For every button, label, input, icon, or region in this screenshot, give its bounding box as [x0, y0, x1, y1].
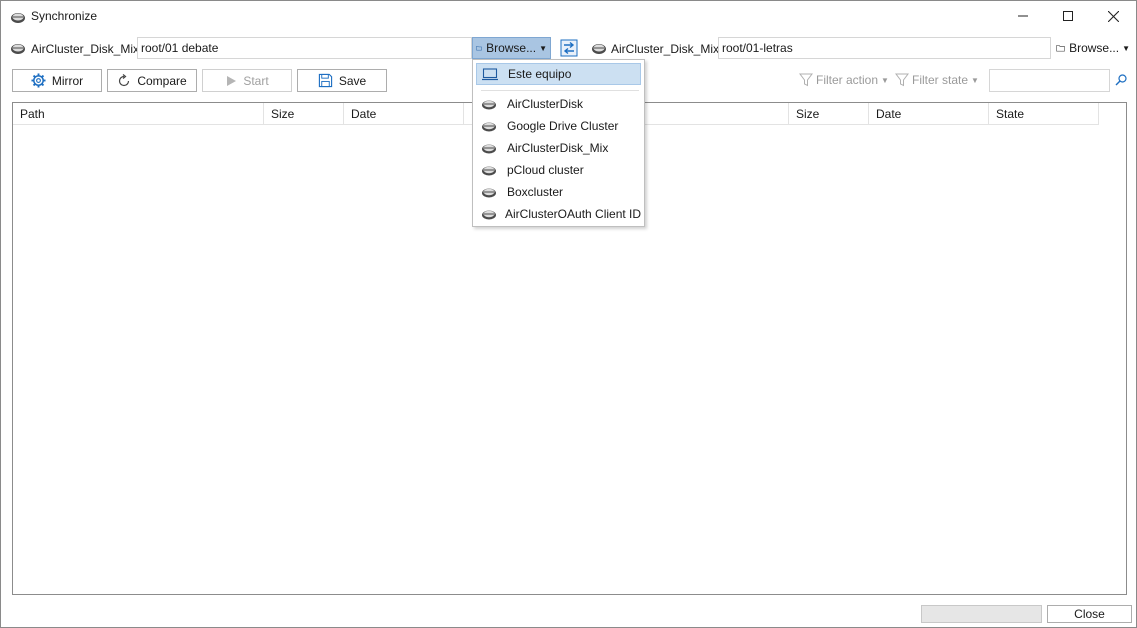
search-icon[interactable] [1114, 73, 1128, 87]
menu-item-label: Boxcluster [507, 185, 564, 199]
menu-item-airclusterdisk-mix[interactable]: AirClusterDisk_Mix [476, 137, 641, 159]
chevron-down-icon: ▼ [971, 75, 979, 85]
maximize-button[interactable] [1045, 1, 1091, 31]
swap-icon[interactable] [560, 39, 578, 57]
computer-icon [482, 67, 500, 81]
menu-item-airclusterdisk[interactable]: AirClusterDisk [476, 93, 641, 115]
column-header-left-date[interactable]: Date [344, 103, 464, 125]
menu-item-boxcluster[interactable]: Boxcluster [476, 181, 641, 203]
close-button[interactable]: Close [1047, 605, 1132, 623]
menu-item-label: pCloud cluster [507, 163, 584, 177]
chevron-down-icon: ▼ [881, 75, 889, 85]
cloud-drive-icon [10, 9, 26, 25]
menu-item-label: Este equipo [508, 67, 572, 81]
filter-state-label: Filter state [912, 73, 969, 87]
save-label: Save [338, 73, 367, 88]
minimize-button[interactable] [1000, 1, 1046, 31]
refresh-icon [119, 73, 130, 86]
compare-label: Compare [137, 73, 187, 88]
menu-item-label: Google Drive Cluster [507, 119, 619, 133]
folder-icon [476, 46, 482, 51]
save-button[interactable]: Save [297, 69, 387, 92]
play-icon [227, 75, 237, 86]
menu-separator [481, 90, 639, 91]
filter-state-dropdown[interactable]: Filter state ▼ [895, 73, 979, 87]
column-header-path[interactable]: Path [13, 103, 264, 125]
column-header-right-date[interactable]: Date [869, 103, 989, 125]
floppy-disk-icon [318, 73, 332, 88]
filter-icon [895, 73, 909, 87]
cloud-drive-icon [481, 163, 499, 177]
chevron-down-icon: ▼ [1122, 43, 1130, 53]
filter-action-dropdown[interactable]: Filter action ▼ [799, 73, 889, 87]
right-browse-label: Browse... [1069, 41, 1120, 55]
menu-item-pcloud-cluster[interactable]: pCloud cluster [476, 159, 641, 181]
menu-item-label: AirClusterDisk [507, 97, 584, 111]
menu-item-label: AirClusterDisk_Mix [507, 141, 609, 155]
left-path-input[interactable]: root/01 debate [137, 37, 472, 59]
cloud-drive-icon [481, 207, 497, 221]
column-header-left-size[interactable]: Size [264, 103, 344, 125]
menu-item-label: AirClusterOAuth Client ID [505, 207, 642, 221]
cloud-drive-icon [481, 141, 499, 155]
compare-button[interactable]: Compare [107, 69, 197, 92]
window-title: Synchronize [31, 9, 98, 23]
mirror-label: Mirror [51, 73, 84, 88]
search-input[interactable] [989, 69, 1110, 92]
filter-action-label: Filter action [816, 73, 879, 87]
folder-icon [1056, 45, 1065, 52]
start-label: Start [243, 73, 269, 88]
title-bar: Synchronize [1, 1, 1136, 32]
column-header-right-size[interactable]: Size [789, 103, 869, 125]
start-button[interactable]: Start [202, 69, 292, 92]
cloud-drive-icon [481, 97, 499, 111]
right-browse-button[interactable]: Browse... ▼ [1053, 37, 1133, 59]
left-drive-label: AirCluster_Disk_Mix [31, 42, 140, 56]
synchronize-window: Synchronize AirCluster_Disk_Mix root/01 … [0, 0, 1137, 628]
filter-icon [799, 73, 813, 87]
right-path-input[interactable]: root/01-letras [718, 37, 1051, 59]
chevron-down-icon: ▼ [539, 43, 547, 53]
menu-item-google-drive-cluster[interactable]: Google Drive Cluster [476, 115, 641, 137]
right-drive-label: AirCluster_Disk_Mix [611, 42, 720, 56]
left-browse-button[interactable]: Browse... ▼ [472, 37, 551, 59]
menu-item-este-equipo[interactable]: Este equipo [476, 63, 641, 85]
menu-item-aircluster-oauth-client-id[interactable]: AirClusterOAuth Client ID [476, 203, 641, 225]
cloud-drive-icon [481, 185, 499, 199]
close-window-button[interactable] [1090, 1, 1136, 31]
left-browse-label: Browse... [486, 41, 537, 55]
cloud-drive-icon [481, 119, 499, 133]
gear-icon [31, 73, 46, 88]
progress-bar [921, 605, 1042, 623]
cloud-drive-icon [591, 41, 607, 55]
browse-dropdown-menu: Este equipo AirClusterDisk Google Drive … [472, 59, 645, 227]
mirror-button[interactable]: Mirror [12, 69, 102, 92]
column-header-state[interactable]: State [989, 103, 1099, 125]
cloud-drive-icon [10, 41, 26, 55]
